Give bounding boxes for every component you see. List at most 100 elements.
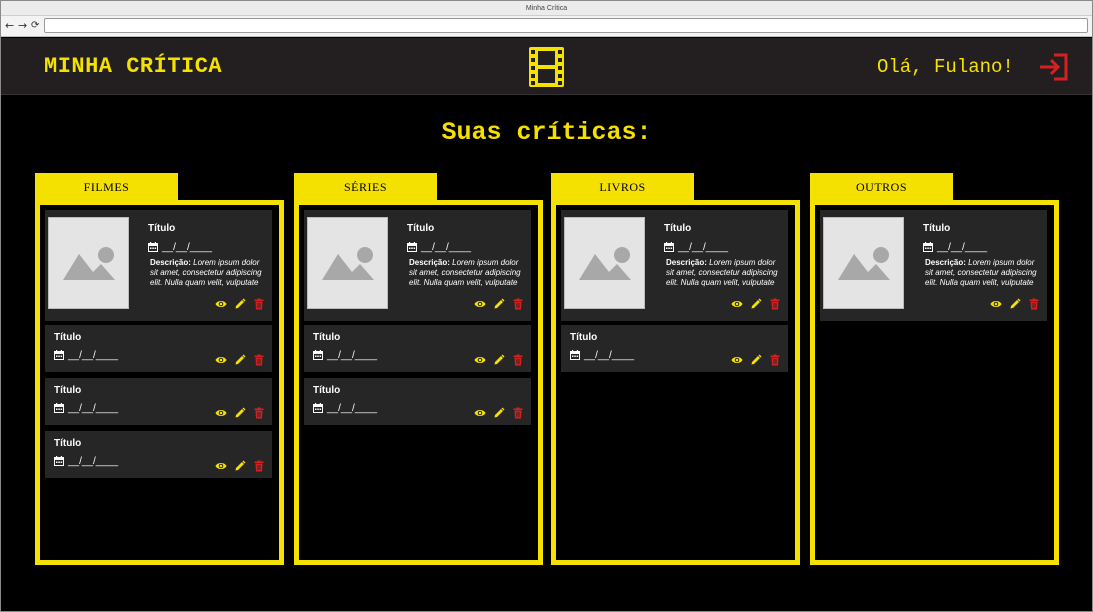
- featured-review-card[interactable]: Título __/__/____ Descrição: Lorem ipsum d…: [561, 210, 788, 321]
- delete-trash-icon[interactable]: [769, 354, 781, 366]
- review-card[interactable]: Título __/__/____: [561, 325, 788, 372]
- card-actions: [474, 297, 524, 310]
- review-date: __/__/____: [54, 403, 118, 415]
- review-title: Título: [54, 332, 82, 343]
- description-label: Descrição:: [925, 258, 966, 267]
- logout-icon[interactable]: [1038, 53, 1069, 81]
- reload-icon[interactable]: ⟳: [31, 19, 39, 33]
- edit-pencil-icon[interactable]: [234, 354, 246, 366]
- edit-pencil-icon[interactable]: [234, 460, 246, 472]
- view-eye-icon[interactable]: [215, 354, 227, 366]
- review-date: __/__/____: [570, 350, 634, 362]
- delete-trash-icon[interactable]: [1028, 298, 1040, 310]
- forward-icon[interactable]: →: [18, 19, 27, 33]
- featured-review-card[interactable]: Título __/__/____ Descrição: Lorem ipsum d…: [45, 210, 272, 321]
- category-panel: Título __/__/____ Descrição: Lorem ipsum d…: [810, 200, 1059, 565]
- film-strip-icon: [529, 47, 564, 87]
- review-description: Descrição: Lorem ipsum dolor sit amet, c…: [925, 258, 1043, 288]
- delete-trash-icon[interactable]: [769, 298, 781, 310]
- card-actions: [990, 297, 1040, 310]
- review-card[interactable]: Título __/__/____: [304, 378, 531, 425]
- category-column: FILMES Título __/__/____ Descrição: Lorem i…: [35, 173, 284, 565]
- category-panel: Título __/__/____ Descrição: Lorem ipsum d…: [551, 200, 800, 565]
- review-title: Título: [54, 438, 82, 449]
- review-card[interactable]: Título __/__/____: [45, 325, 272, 372]
- date-value: __/__/____: [327, 403, 378, 414]
- delete-trash-icon[interactable]: [512, 298, 524, 310]
- delete-trash-icon[interactable]: [512, 354, 524, 366]
- view-eye-icon[interactable]: [215, 407, 227, 419]
- user-greeting: Olá, Fulano!: [877, 56, 1014, 78]
- edit-pencil-icon[interactable]: [493, 298, 505, 310]
- review-date: __/__/____: [407, 242, 471, 254]
- category-column: SÉRIES Título __/__/____ Descrição: Lorem i…: [294, 173, 543, 565]
- featured-review-card[interactable]: Título __/__/____ Descrição: Lorem ipsum d…: [820, 210, 1047, 321]
- view-eye-icon[interactable]: [215, 298, 227, 310]
- edit-pencil-icon[interactable]: [234, 407, 246, 419]
- date-value: __/__/____: [937, 242, 988, 253]
- review-title: Título: [923, 223, 951, 234]
- browser-toolbar: ← → ⟳: [1, 16, 1092, 37]
- back-icon[interactable]: ←: [5, 19, 14, 33]
- edit-pencil-icon[interactable]: [750, 354, 762, 366]
- description-label: Descrição:: [409, 258, 450, 267]
- description-label: Descrição:: [150, 258, 191, 267]
- edit-pencil-icon[interactable]: [234, 298, 246, 310]
- date-value: __/__/____: [68, 350, 119, 361]
- edit-pencil-icon[interactable]: [1009, 298, 1021, 310]
- date-value: __/__/____: [68, 403, 119, 414]
- category-column: OUTROS Título __/__/____ Descrição: Lorem i…: [810, 173, 1059, 565]
- review-title: Título: [664, 223, 692, 234]
- view-eye-icon[interactable]: [990, 298, 1002, 310]
- delete-trash-icon[interactable]: [512, 407, 524, 419]
- category-tab[interactable]: OUTROS: [810, 173, 953, 202]
- category-tab[interactable]: LIVROS: [551, 173, 694, 202]
- page-title: Suas críticas:: [441, 118, 652, 147]
- review-card[interactable]: Título __/__/____: [304, 325, 531, 372]
- card-actions: [731, 353, 781, 366]
- review-description: Descrição: Lorem ipsum dolor sit amet, c…: [666, 258, 784, 288]
- brand-logo[interactable]: MINHA CRÍTICA: [44, 54, 222, 79]
- delete-trash-icon[interactable]: [253, 407, 265, 419]
- category-column: LIVROS Título __/__/____ Descrição: Lorem i…: [551, 173, 800, 565]
- address-bar[interactable]: [44, 18, 1088, 33]
- image-placeholder-icon: [307, 217, 388, 309]
- view-eye-icon[interactable]: [731, 298, 743, 310]
- edit-pencil-icon[interactable]: [493, 407, 505, 419]
- date-value: __/__/____: [421, 242, 472, 253]
- review-card[interactable]: Título __/__/____: [45, 378, 272, 425]
- review-title: Título: [313, 332, 341, 343]
- review-date: __/__/____: [54, 456, 118, 468]
- category-tab[interactable]: FILMES: [35, 173, 178, 202]
- view-eye-icon[interactable]: [474, 354, 486, 366]
- view-eye-icon[interactable]: [474, 407, 486, 419]
- app-header: MINHA CRÍTICA Olá, Fulano!: [1, 38, 1092, 95]
- card-actions: [474, 406, 524, 419]
- delete-trash-icon[interactable]: [253, 460, 265, 472]
- date-value: __/__/____: [678, 242, 729, 253]
- date-value: __/__/____: [68, 456, 119, 467]
- browser-window: Minha Crítica ← → ⟳ MINHA CRÍTICA Olá, F…: [0, 0, 1093, 612]
- window-title: Minha Crítica: [1, 1, 1092, 16]
- image-placeholder-icon: [564, 217, 645, 309]
- view-eye-icon[interactable]: [215, 460, 227, 472]
- date-value: __/__/____: [584, 350, 635, 361]
- review-card[interactable]: Título __/__/____: [45, 431, 272, 478]
- image-placeholder-icon: [823, 217, 904, 309]
- review-date: __/__/____: [923, 242, 987, 254]
- review-date: __/__/____: [148, 242, 212, 254]
- card-actions: [215, 406, 265, 419]
- card-actions: [474, 353, 524, 366]
- delete-trash-icon[interactable]: [253, 354, 265, 366]
- delete-trash-icon[interactable]: [253, 298, 265, 310]
- view-eye-icon[interactable]: [474, 298, 486, 310]
- edit-pencil-icon[interactable]: [493, 354, 505, 366]
- date-value: __/__/____: [327, 350, 378, 361]
- card-actions: [215, 459, 265, 472]
- view-eye-icon[interactable]: [731, 354, 743, 366]
- review-date: __/__/____: [313, 403, 377, 415]
- edit-pencil-icon[interactable]: [750, 298, 762, 310]
- featured-review-card[interactable]: Título __/__/____ Descrição: Lorem ipsum d…: [304, 210, 531, 321]
- review-title: Título: [570, 332, 598, 343]
- category-tab[interactable]: SÉRIES: [294, 173, 437, 202]
